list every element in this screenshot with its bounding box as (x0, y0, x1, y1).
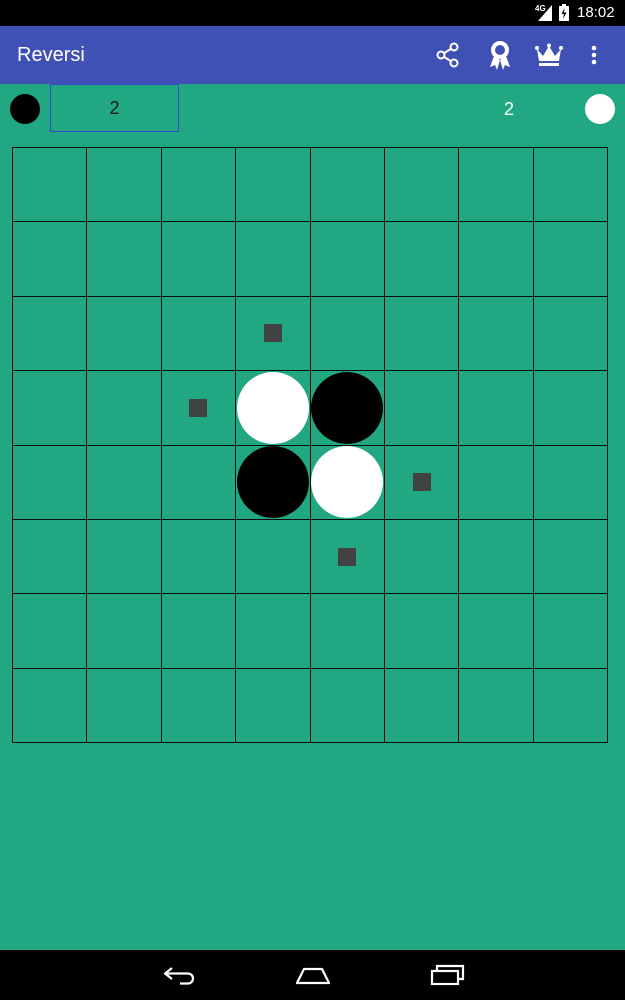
black-disc (311, 371, 384, 444)
board-cell-r6-c7[interactable] (533, 594, 608, 669)
score-row: 2 2 (0, 84, 625, 136)
board-cell-r7-c7[interactable] (533, 668, 608, 743)
board-cell-r0-c5[interactable] (384, 148, 460, 223)
board-cell-r6-c3[interactable] (236, 594, 311, 669)
board-cell-r4-c1[interactable] (87, 445, 162, 520)
black-score-box: 2 (50, 84, 179, 132)
board-cell-r5-c0[interactable] (13, 519, 88, 595)
board-cell-r5-c3[interactable] (236, 519, 311, 595)
recents-button[interactable] (427, 958, 467, 992)
black-score: 2 (109, 97, 120, 118)
board-cell-r7-c3[interactable] (236, 668, 311, 743)
share-icon (436, 42, 459, 68)
board-cell-r2-c1[interactable] (87, 296, 162, 372)
board-cell-r6-c0[interactable] (13, 594, 88, 669)
board-cell-r1-c7[interactable] (533, 222, 608, 297)
game-board (12, 147, 608, 743)
board-cell-r1-c5[interactable] (384, 222, 460, 297)
board-cell-r1-c4[interactable] (310, 222, 385, 297)
board-cell-r5-c5[interactable] (384, 519, 460, 595)
board-cell-r0-c0[interactable] (13, 148, 88, 223)
board-cell-r3-c6[interactable] (459, 371, 534, 446)
battery-icon (559, 4, 569, 21)
board-cell-r4-c0[interactable] (13, 445, 88, 520)
board-cell-r6-c4[interactable] (310, 594, 385, 669)
board-cell-r3-c5[interactable] (384, 371, 460, 446)
signal-icon (538, 5, 552, 21)
board-cell-r7-c5[interactable] (384, 668, 460, 743)
valid-move-marker[interactable] (412, 473, 431, 492)
board-cell-r0-c4[interactable] (310, 148, 385, 223)
board-cell-r6-c5[interactable] (384, 594, 460, 669)
app-bar: Reversi (0, 26, 625, 84)
board-cell-r7-c1[interactable] (87, 668, 162, 743)
board-cell-r1-c2[interactable] (161, 222, 237, 297)
board-cell-r4-c2[interactable] (161, 445, 237, 520)
board-cell-r5-c1[interactable] (87, 519, 162, 595)
black-disc (236, 446, 309, 519)
clock: 18:02 (577, 4, 615, 21)
home-icon (295, 967, 331, 985)
board-cell-r2-c2[interactable] (161, 296, 237, 372)
back-button[interactable] (160, 958, 200, 992)
valid-move-marker[interactable] (189, 398, 208, 417)
valid-move-marker[interactable] (263, 324, 282, 343)
navigation-bar (0, 950, 625, 1000)
leaderboard-crown-icon (535, 43, 563, 66)
board-cell-r7-c4[interactable] (310, 668, 385, 743)
board-cell-r3-c0[interactable] (13, 371, 88, 446)
board-cell-r6-c2[interactable] (161, 594, 237, 669)
board-cell-r1-c1[interactable] (87, 222, 162, 297)
board-cell-r3-c1[interactable] (87, 371, 162, 446)
recents-icon (430, 964, 465, 986)
board-cell-r7-c6[interactable] (459, 668, 534, 743)
board-cell-r0-c6[interactable] (459, 148, 534, 223)
overflow-menu-button[interactable] (578, 39, 610, 71)
achievements-button[interactable] (484, 39, 516, 71)
board-cell-r5-c2[interactable] (161, 519, 237, 595)
board-cell-r1-c6[interactable] (459, 222, 534, 297)
achievements-icon (490, 41, 510, 70)
home-button[interactable] (293, 958, 333, 992)
board-cell-r4-c7[interactable] (533, 445, 608, 520)
board-cell-r4-c6[interactable] (459, 445, 534, 520)
board-cell-r0-c2[interactable] (161, 148, 237, 223)
white-score: 2 (503, 99, 514, 119)
board-cell-r0-c3[interactable] (236, 148, 311, 223)
board-cell-r2-c0[interactable] (13, 296, 88, 372)
board-cell-r2-c6[interactable] (459, 296, 534, 372)
black-player-disc-icon (10, 94, 40, 124)
status-bar: 4G 18:02 (0, 0, 625, 26)
back-icon (163, 967, 195, 985)
white-disc (236, 371, 309, 444)
board-cell-r1-c3[interactable] (236, 222, 311, 297)
board-cell-r2-c4[interactable] (310, 296, 385, 372)
board-cell-r0-c1[interactable] (87, 148, 162, 223)
overflow-menu-icon (591, 45, 597, 65)
board-cell-r2-c5[interactable] (384, 296, 460, 372)
share-button[interactable] (432, 39, 464, 71)
valid-move-marker[interactable] (338, 547, 357, 566)
board-cell-r7-c0[interactable] (13, 668, 88, 743)
app-title: Reversi (17, 44, 85, 66)
board-cell-r5-c7[interactable] (533, 519, 608, 595)
board-cell-r6-c1[interactable] (87, 594, 162, 669)
board-cell-r6-c6[interactable] (459, 594, 534, 669)
leaderboard-button[interactable] (533, 39, 565, 71)
board-cell-r0-c7[interactable] (533, 148, 608, 223)
board-cell-r7-c2[interactable] (161, 668, 237, 743)
board-cell-r3-c7[interactable] (533, 371, 608, 446)
white-player-disc-icon (585, 94, 615, 124)
board-cell-r5-c6[interactable] (459, 519, 534, 595)
board-cell-r1-c0[interactable] (13, 222, 88, 297)
board-cell-r2-c7[interactable] (533, 296, 608, 372)
